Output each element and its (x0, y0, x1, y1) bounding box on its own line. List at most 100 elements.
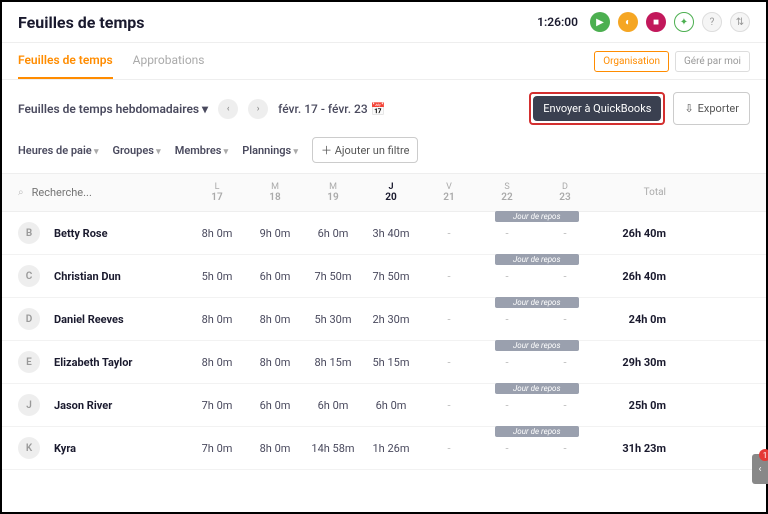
time-cell: - (536, 356, 594, 369)
toolbar: Feuilles de temps hebdomadaires ▾ ‹ › fé… (2, 80, 766, 137)
play-icon[interactable]: ▶ (590, 12, 610, 32)
table-row[interactable]: Jour de reposDDaniel Reeves8h 0m8h 0m5h … (2, 298, 766, 341)
time-cell: 8h 0m (188, 227, 246, 240)
time-cell: - (536, 442, 594, 455)
notification-badge: 1 (759, 449, 768, 461)
date-range[interactable]: févr. 17 - févr. 23 📅 (278, 102, 386, 116)
table-row[interactable]: Jour de repos K Kyra7h 0m8h 0m14h 58m1h 26… (2, 427, 766, 470)
filter-bar: Heures de paie Groupes Membres Plannings… (2, 137, 766, 173)
day-header: M18 (246, 182, 304, 203)
search-input[interactable] (32, 186, 152, 199)
member-name: Christian Dun (54, 270, 188, 283)
time-cell: 1h 26m (362, 442, 420, 455)
timesheet-rows: Jour de reposBBetty Rose8h 0m9h 0m6h 0m3… (2, 212, 766, 470)
time-cell: - (420, 313, 478, 326)
pause-icon[interactable]: ◐ (618, 12, 638, 32)
app-header: Feuilles de temps 1:26:00 ▶ ◐ ■ ✦ ? ⇅ (2, 2, 766, 43)
user-icon[interactable]: ✦ (674, 12, 694, 32)
filter-groups[interactable]: Groupes (113, 144, 161, 157)
member-name: Daniel Reeves (54, 313, 188, 326)
time-cell: - (478, 270, 536, 283)
help-icon[interactable]: ? (702, 12, 722, 32)
day-header: S22 (478, 182, 536, 203)
time-cell: - (478, 399, 536, 412)
member-name: Jason River (54, 399, 188, 412)
time-cell: 7h 0m (188, 442, 246, 455)
time-cell: 8h 0m (246, 442, 304, 455)
send-quickbooks-button[interactable]: Envoyer à QuickBooks (533, 96, 661, 121)
time-cell: 6h 0m (304, 399, 362, 412)
day-header: V21 (420, 182, 478, 203)
time-cell: 9h 0m (246, 227, 304, 240)
avatar: E (18, 351, 40, 373)
highlight-box: Envoyer à QuickBooks (529, 92, 665, 125)
side-panel-toggle[interactable]: ‹1 (752, 454, 768, 484)
avatar: B (18, 222, 40, 244)
export-button[interactable]: ⇩ Exporter (673, 92, 750, 125)
stop-icon[interactable]: ■ (646, 12, 666, 32)
timer-display: 1:26:00 (537, 15, 578, 29)
time-cell: 6h 0m (246, 270, 304, 283)
prev-week-button[interactable]: ‹ (218, 99, 238, 119)
next-week-button[interactable]: › (248, 99, 268, 119)
member-name: Elizabeth Taylor (54, 356, 188, 369)
activity-icon[interactable]: ⇅ (730, 12, 750, 32)
total-header: Total (594, 187, 674, 198)
time-cell: 5h 0m (188, 270, 246, 283)
tabs-bar: Feuilles de temps Approbations Organisat… (2, 43, 766, 80)
filter-members[interactable]: Membres (175, 144, 228, 157)
table-row[interactable]: Jour de reposBBetty Rose8h 0m9h 0m6h 0m3… (2, 212, 766, 255)
time-cell: 5h 30m (304, 313, 362, 326)
rest-day-badge: Jour de repos (495, 383, 579, 394)
time-cell: 6h 0m (246, 399, 304, 412)
row-total: 26h 40m (594, 270, 674, 283)
time-cell: - (536, 313, 594, 326)
rest-day-badge: Jour de repos (495, 211, 579, 222)
member-name: Betty Rose (54, 227, 188, 240)
period-selector[interactable]: Feuilles de temps hebdomadaires ▾ (18, 102, 208, 116)
time-cell: - (536, 270, 594, 283)
add-filter-button[interactable]: ＋ Ajouter un filtre (312, 137, 418, 163)
view-managed-by-me[interactable]: Géré par moi (675, 51, 750, 72)
time-cell: - (478, 442, 536, 455)
row-total: 25h 0m (594, 399, 674, 412)
time-cell: - (536, 227, 594, 240)
table-row[interactable]: Jour de reposCChristian Dun5h 0m6h 0m7h … (2, 255, 766, 298)
search-icon: ⌕ (18, 187, 24, 198)
time-cell: 8h 0m (188, 313, 246, 326)
time-cell: - (478, 356, 536, 369)
avatar: K (18, 437, 40, 459)
day-header: M19 (304, 182, 362, 203)
filter-payroll[interactable]: Heures de paie (18, 144, 99, 157)
time-cell: 8h 0m (188, 356, 246, 369)
day-header: L17 (188, 182, 246, 203)
time-cell: 7h 0m (188, 399, 246, 412)
tab-timesheets[interactable]: Feuilles de temps (18, 43, 113, 79)
tab-approvals[interactable]: Approbations (133, 43, 205, 79)
time-cell: 6h 0m (362, 399, 420, 412)
row-total: 31h 23m (594, 442, 674, 455)
member-name: Kyra (54, 442, 188, 455)
time-cell: - (478, 227, 536, 240)
time-cell: 8h 0m (246, 356, 304, 369)
avatar: C (18, 265, 40, 287)
time-cell: - (420, 356, 478, 369)
day-header: D23 (536, 182, 594, 203)
time-cell: 8h 0m (246, 313, 304, 326)
filter-schedules[interactable]: Plannings (242, 144, 298, 157)
view-organisation[interactable]: Organisation (594, 51, 669, 72)
table-row[interactable]: Jour de reposEElizabeth Taylor8h 0m8h 0m… (2, 341, 766, 384)
time-cell: - (420, 227, 478, 240)
row-total: 29h 30m (594, 356, 674, 369)
time-cell: 3h 40m (362, 227, 420, 240)
time-cell: 2h 30m (362, 313, 420, 326)
table-row[interactable]: Jour de reposJJason River7h 0m6h 0m6h 0m… (2, 384, 766, 427)
time-cell: 14h 58m (304, 442, 362, 455)
avatar: D (18, 308, 40, 330)
rest-day-badge: Jour de repos (495, 426, 579, 437)
day-header: J20 (362, 182, 420, 203)
time-cell: - (420, 270, 478, 283)
page-title: Feuilles de temps (18, 13, 145, 32)
row-total: 24h 0m (594, 313, 674, 326)
time-cell: - (536, 399, 594, 412)
